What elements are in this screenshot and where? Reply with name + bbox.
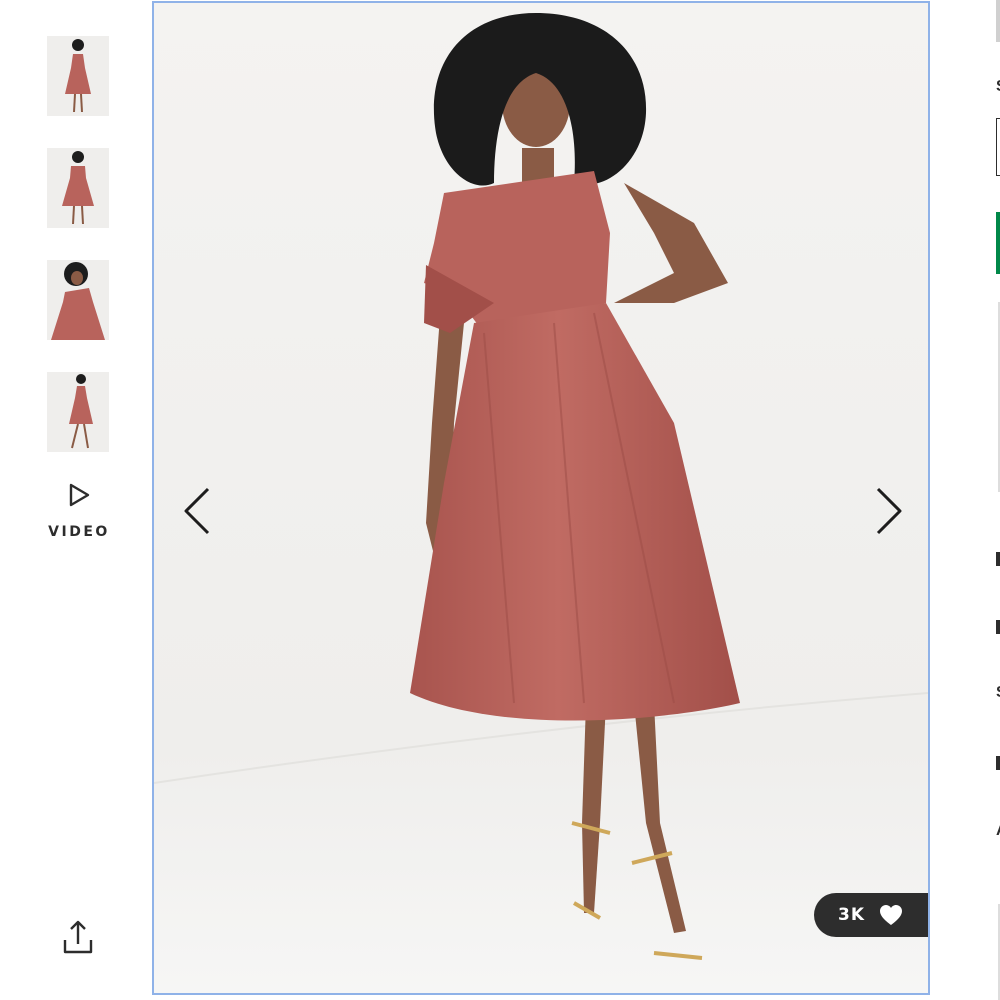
thumbnail-image [47, 372, 109, 452]
divider [996, 0, 1000, 42]
info-icon [996, 620, 1000, 634]
video-button[interactable]: VIDEO [40, 482, 118, 548]
info-icon [996, 552, 1000, 566]
product-image [154, 3, 928, 993]
thumbnail-front-view[interactable] [47, 36, 109, 116]
thumbnail-image [47, 148, 109, 228]
product-image-viewer[interactable]: 3K [152, 1, 930, 995]
saves-count: 3K [838, 905, 866, 925]
chevron-right-icon [876, 487, 902, 535]
thumbnail-full-length-view[interactable] [47, 372, 109, 452]
saves-badge[interactable]: 3K [814, 893, 928, 937]
info-icon [996, 756, 1000, 770]
thumbnail-back-view[interactable] [47, 148, 109, 228]
previous-image-button[interactable] [176, 481, 220, 541]
play-icon [69, 483, 90, 507]
thumbnail-image [47, 36, 109, 116]
product-details-panel: S S A [932, 0, 1000, 1000]
add-to-bag-button[interactable] [996, 212, 1000, 274]
video-label: VIDEO [48, 524, 110, 540]
panel-letter-3: A [996, 822, 1000, 840]
size-select[interactable] [996, 118, 1000, 176]
thumbnail-image [47, 260, 109, 340]
chevron-left-icon [184, 487, 210, 535]
share-icon [63, 920, 93, 954]
thumbnail-close-up-view[interactable] [47, 260, 109, 340]
heart-icon [880, 905, 903, 925]
share-button[interactable] [60, 918, 96, 958]
thumbnail-rail: VIDEO [0, 0, 152, 1000]
panel-letter-2: S [996, 684, 1000, 702]
next-image-button[interactable] [866, 481, 910, 541]
panel-letter-1: S [996, 78, 1000, 96]
